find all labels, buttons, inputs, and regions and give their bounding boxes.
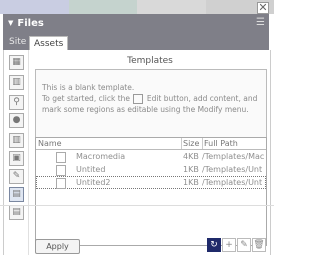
row-name: Untited2: [76, 178, 111, 187]
apply-button[interactable]: Apply: [35, 239, 80, 254]
tab-assets[interactable]: Assets: [29, 36, 69, 51]
images-icon[interactable]: ▦: [9, 55, 24, 70]
column-name[interactable]: Name: [36, 138, 182, 149]
tab-site[interactable]: Site: [5, 35, 30, 50]
movies-icon[interactable]: ▣: [9, 151, 24, 166]
refresh-icon[interactable]: ↻: [207, 238, 221, 252]
edit-template-icon[interactable]: ✎: [237, 238, 251, 252]
template-list[interactable]: Name Size Full Path Macromedia 4KB /Temp…: [35, 137, 267, 246]
row-path: /Templates/Unt: [202, 178, 263, 187]
pane-title: Templates: [127, 56, 173, 66]
panel-bottom-border: [0, 205, 274, 206]
close-icon[interactable]: ✕: [257, 2, 269, 14]
colors-icon[interactable]: ▥: [9, 75, 24, 90]
urls-icon[interactable]: ⚲: [9, 95, 24, 110]
panel-menu-icon[interactable]: ☰: [256, 18, 265, 28]
preview-line-3: mark some regions as editable using the …: [42, 105, 249, 114]
row-size: 1KB: [183, 178, 199, 187]
column-size[interactable]: Size: [181, 138, 203, 149]
collapse-arrow-icon[interactable]: ▼: [8, 19, 13, 27]
tab-bar: Site Assets: [3, 32, 269, 51]
category-strip: ▦ ▥ ⚲ ● ▥ ▣ ✎ ▤ ▤: [4, 50, 29, 255]
new-template-icon[interactable]: +: [222, 238, 236, 252]
template-file-icon: [56, 178, 66, 189]
row-size: 4KB: [183, 152, 199, 161]
panel-title: Files: [17, 17, 44, 29]
library-icon[interactable]: ▤: [9, 205, 24, 220]
preview-line-2a: To get started, click the: [42, 94, 131, 103]
preview-line-1: This is a blank template.: [42, 83, 135, 92]
list-header: Name Size Full Path: [36, 138, 266, 150]
panel-titlebar[interactable]: ▼ Files ☰: [3, 14, 269, 32]
row-size: 1KB: [183, 165, 199, 174]
assets-panel: ▦ ▥ ⚲ ● ▥ ▣ ✎ ▤ ▤ Templates This is a bl…: [3, 50, 271, 255]
row-name: Macromedia: [76, 152, 126, 161]
table-row[interactable]: Macromedia 4KB /Templates/Mac: [36, 150, 266, 163]
preview-text: This is a blank template. To get started…: [42, 82, 260, 115]
row-path: /Templates/Mac: [202, 152, 265, 161]
delete-icon[interactable]: 🗑: [252, 238, 266, 252]
row-name: Untited: [76, 165, 106, 174]
template-preview: This is a blank template. To get started…: [35, 69, 267, 141]
scripts-icon[interactable]: ✎: [9, 169, 24, 184]
row-path: /Templates/Unt: [202, 165, 263, 174]
template-file-icon: [56, 165, 66, 176]
template-file-icon: [56, 152, 66, 163]
edit-icon: [133, 94, 144, 104]
flash-icon[interactable]: ●: [9, 113, 24, 128]
table-row[interactable]: Untited 1KB /Templates/Unt: [36, 163, 266, 176]
preview-line-2b: Edit button, add content, and: [146, 94, 258, 103]
templates-icon[interactable]: ▤: [9, 187, 24, 202]
table-row[interactable]: Untited2 1KB /Templates/Unt: [36, 176, 266, 189]
column-path[interactable]: Full Path: [202, 138, 266, 149]
shockwave-icon[interactable]: ▥: [9, 133, 24, 148]
color-strip: [0, 0, 274, 14]
